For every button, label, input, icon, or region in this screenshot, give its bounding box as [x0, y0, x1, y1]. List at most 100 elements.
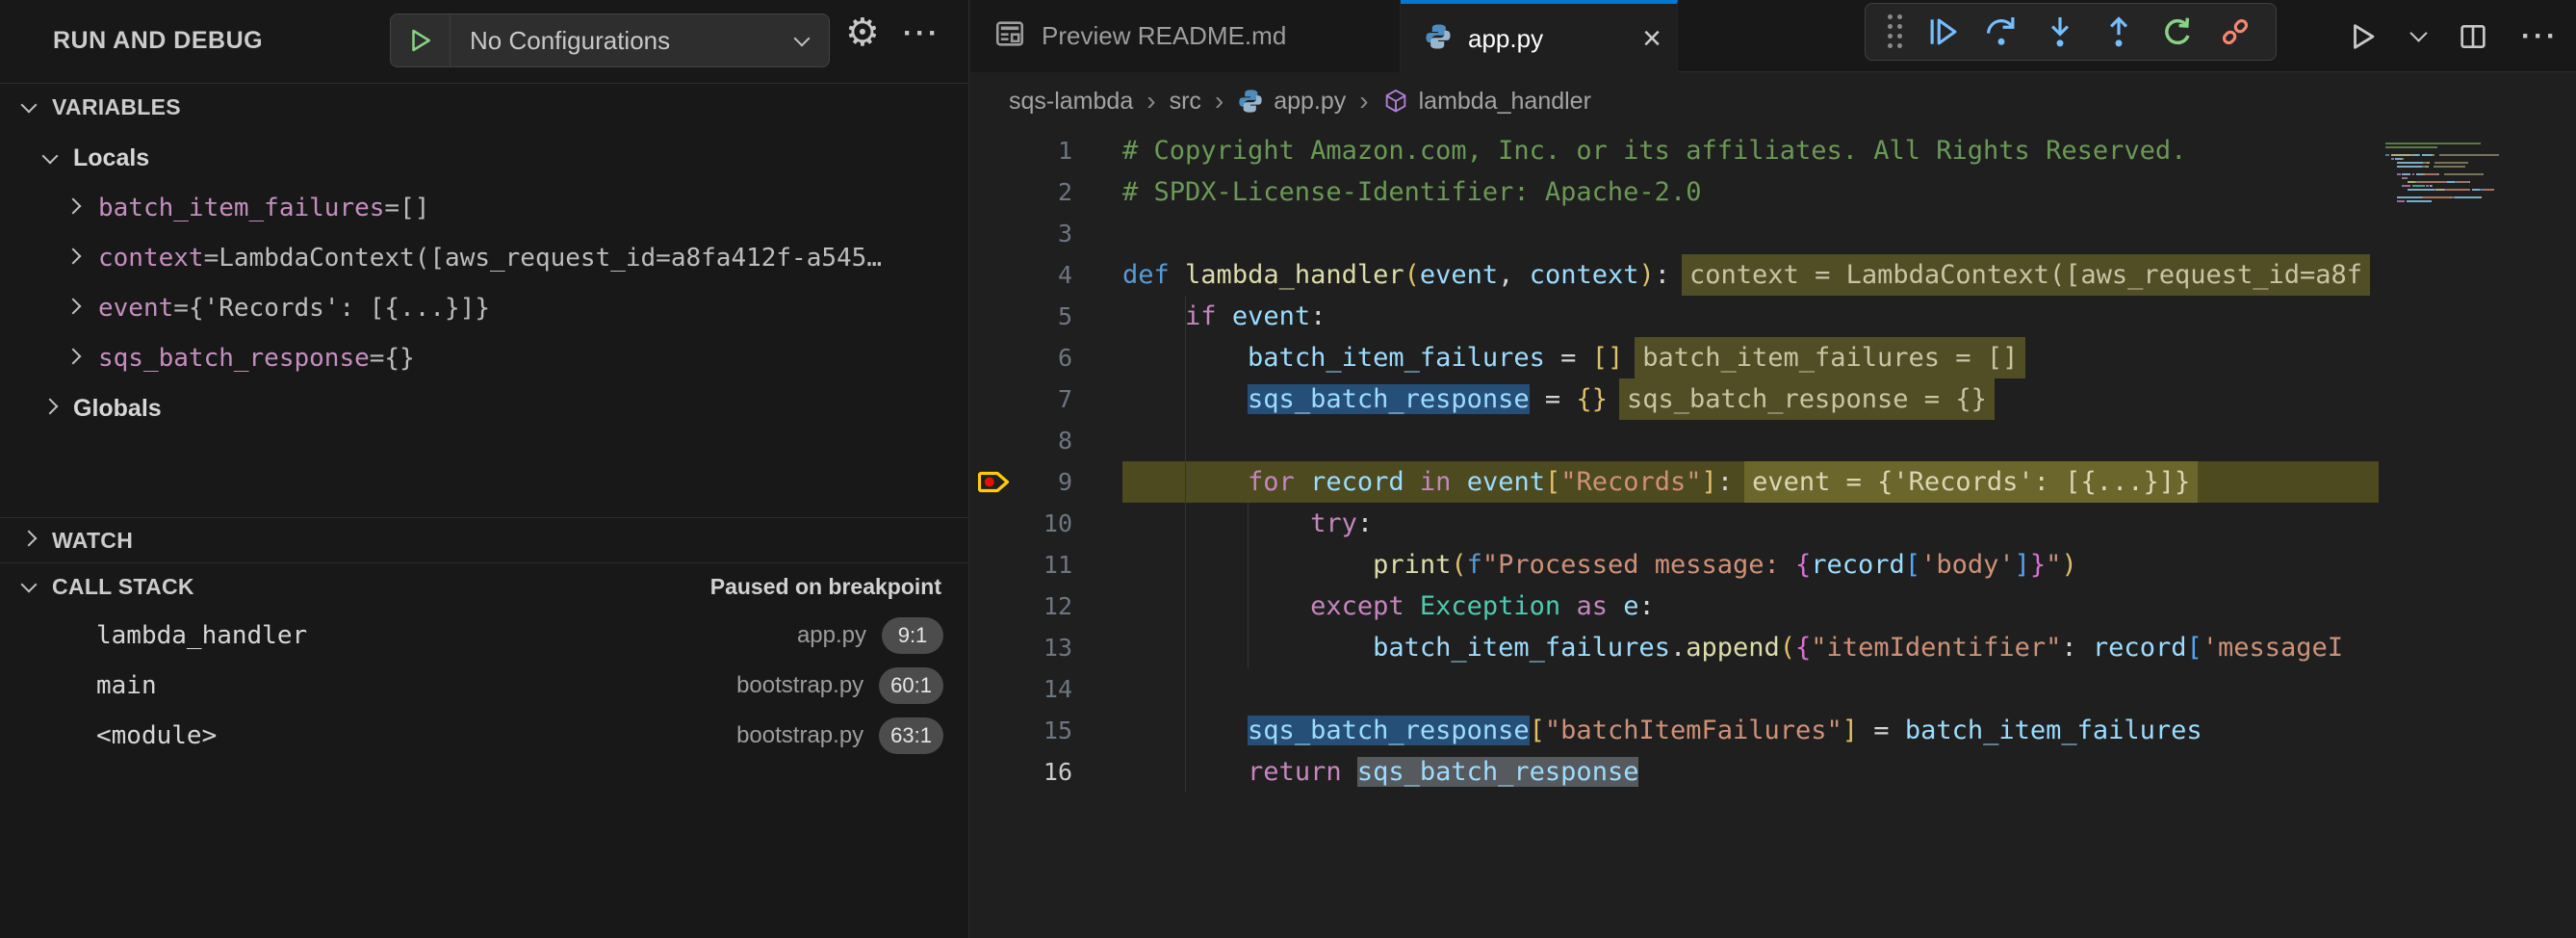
line-number[interactable]: 15	[970, 710, 1122, 751]
line-number[interactable]: 6	[970, 337, 1122, 378]
variable-name: batch_item_failures	[98, 194, 384, 222]
close-icon[interactable]: ×	[1642, 22, 1662, 55]
frame-name: <module>	[96, 721, 736, 750]
variables-section-header[interactable]: VARIABLES	[0, 85, 968, 129]
indent-guide	[1248, 544, 1249, 586]
breadcrumb-label: lambda_handler	[1419, 88, 1591, 116]
stack-frame-row[interactable]: lambda_handlerapp.py9:1	[0, 611, 968, 661]
watch-section-header[interactable]: WATCH	[0, 518, 968, 562]
code-token: Exception	[1420, 591, 1560, 621]
sidebar-title: RUN AND DEBUG	[53, 27, 263, 55]
gear-icon[interactable]: ⚙	[845, 11, 880, 55]
tab-app-py[interactable]: app.py ×	[1401, 0, 1678, 73]
line-number[interactable]: 14	[970, 668, 1122, 710]
code-line[interactable]: 11 print(f"Processed message: {record['b…	[970, 544, 2379, 586]
code-viewport: 1# Copyright Amazon.com, Inc. or its aff…	[970, 130, 2379, 793]
tab-preview-readme[interactable]: Preview README.md	[970, 0, 1401, 72]
call-stack-section-header[interactable]: CALL STACK Paused on breakpoint	[0, 564, 968, 609]
code-line[interactable]: 16 return sqs_batch_response	[970, 751, 2379, 793]
minimap-line	[2385, 146, 2574, 148]
breadcrumb-item-app-py[interactable]: app.py	[1237, 88, 1346, 116]
code-line[interactable]: 4def lambda_handler(event, context):cont…	[970, 254, 2379, 296]
line-number[interactable]: 13	[970, 627, 1122, 668]
breadcrumb-label: src	[1170, 88, 1201, 116]
restart-icon[interactable]	[2159, 13, 2196, 50]
line-number[interactable]: 11	[970, 544, 1122, 586]
code-line-content: # SPDX-License-Identifier: Apache-2.0	[1122, 171, 2379, 213]
paused-status: Paused on breakpoint	[710, 574, 941, 600]
line-number[interactable]: 1	[970, 130, 1122, 171]
minimap[interactable]	[2385, 143, 2574, 204]
group-label: Globals	[73, 395, 162, 423]
code-line[interactable]: 10 try:	[970, 503, 2379, 544]
stack-frame-row[interactable]: <module>bootstrap.py63:1	[0, 711, 968, 761]
more-actions-icon[interactable]: ···	[2521, 20, 2559, 53]
variables-group-locals[interactable]: Locals	[0, 133, 968, 183]
code-token: :	[1655, 260, 1670, 290]
code-line[interactable]: 15 sqs_batch_response["batchItemFailures…	[970, 710, 2379, 751]
continue-icon[interactable]	[1925, 13, 1962, 50]
code-token: ]	[1702, 467, 1717, 497]
code-token: append	[1686, 633, 1780, 663]
start-debugging-icon[interactable]	[391, 14, 451, 66]
variable-row[interactable]: batch_item_failures = []	[0, 183, 968, 233]
minimap-line	[2385, 181, 2574, 183]
variable-row[interactable]: event = {'Records': [{...}]}	[0, 283, 968, 333]
code-line[interactable]: 8	[970, 420, 2379, 461]
line-number[interactable]: 5	[970, 296, 1122, 337]
indent-guide	[1185, 296, 1186, 337]
code-line[interactable]: 14	[970, 668, 2379, 710]
line-number[interactable]: 7	[970, 378, 1122, 420]
run-dropdown-chevron-icon[interactable]	[2412, 33, 2425, 39]
indent-guide	[1185, 710, 1186, 751]
breadcrumb-label: sqs-lambda	[1009, 88, 1133, 116]
indent-guide	[1185, 378, 1186, 420]
variable-row[interactable]: context = LambdaContext([aws_request_id=…	[0, 233, 968, 283]
editor-group: Preview README.md app.py ×	[970, 0, 2576, 938]
step-into-icon[interactable]	[2042, 13, 2078, 50]
code-line[interactable]: 9 for record in event["Records"]:event =…	[970, 461, 2379, 503]
debug-config-dropdown[interactable]: No Configurations	[390, 13, 830, 67]
code-token: [	[1905, 550, 1920, 580]
run-python-file-icon[interactable]	[2347, 20, 2380, 53]
code-token: event	[1467, 467, 1545, 497]
line-number[interactable]: 16	[970, 751, 1122, 793]
line-number[interactable]: 10	[970, 503, 1122, 544]
variables-title: VARIABLES	[52, 94, 181, 120]
code-line[interactable]: 13 batch_item_failures.append({"itemIden…	[970, 627, 2379, 668]
line-number[interactable]: 8	[970, 420, 1122, 461]
python-icon	[1424, 22, 1453, 56]
code-line[interactable]: 6 batch_item_failures = []batch_item_fai…	[970, 337, 2379, 378]
code-line[interactable]: 7 sqs_batch_response = {}sqs_batch_respo…	[970, 378, 2379, 420]
code-token: =	[1858, 716, 1905, 745]
code-line[interactable]: 3	[970, 213, 2379, 254]
tab-label: Preview README.md	[1042, 21, 1286, 51]
split-editor-icon[interactable]	[2458, 21, 2488, 52]
code-token	[1513, 260, 1529, 290]
line-number[interactable]: 12	[970, 586, 1122, 627]
toolbar-gripper-icon[interactable]	[1888, 14, 1903, 49]
code-token: record	[2093, 633, 2187, 663]
step-over-icon[interactable]	[1983, 13, 2020, 50]
step-out-icon[interactable]	[2100, 13, 2137, 50]
breadcrumb-item-sqs-lambda[interactable]: sqs-lambda	[1009, 88, 1133, 116]
disconnect-icon[interactable]	[2217, 13, 2254, 50]
code-token: :	[1357, 508, 1373, 538]
code-line[interactable]: 1# Copyright Amazon.com, Inc. or its aff…	[970, 130, 2379, 171]
code-token: [	[1545, 467, 1560, 497]
line-number[interactable]: 3	[970, 213, 1122, 254]
line-number[interactable]: 4	[970, 254, 1122, 296]
indent-guide	[1185, 461, 1186, 503]
line-number[interactable]: 9	[970, 461, 1122, 503]
code-line[interactable]: 2# SPDX-License-Identifier: Apache-2.0	[970, 171, 2379, 213]
code-line[interactable]: 5 if event:	[970, 296, 2379, 337]
code-line[interactable]: 12 except Exception as e:	[970, 586, 2379, 627]
variables-group-globals[interactable]: Globals	[0, 383, 968, 433]
variable-row[interactable]: sqs_batch_response = {}	[0, 333, 968, 383]
breadcrumb-item-src[interactable]: src	[1170, 88, 1201, 116]
line-number[interactable]: 2	[970, 171, 1122, 213]
stack-frame-row[interactable]: mainbootstrap.py60:1	[0, 661, 968, 711]
frame-file: app.py	[797, 622, 866, 649]
more-actions-icon[interactable]: ···	[903, 17, 940, 50]
breadcrumb-item-lambda-handler[interactable]: lambda_handler	[1382, 88, 1591, 116]
